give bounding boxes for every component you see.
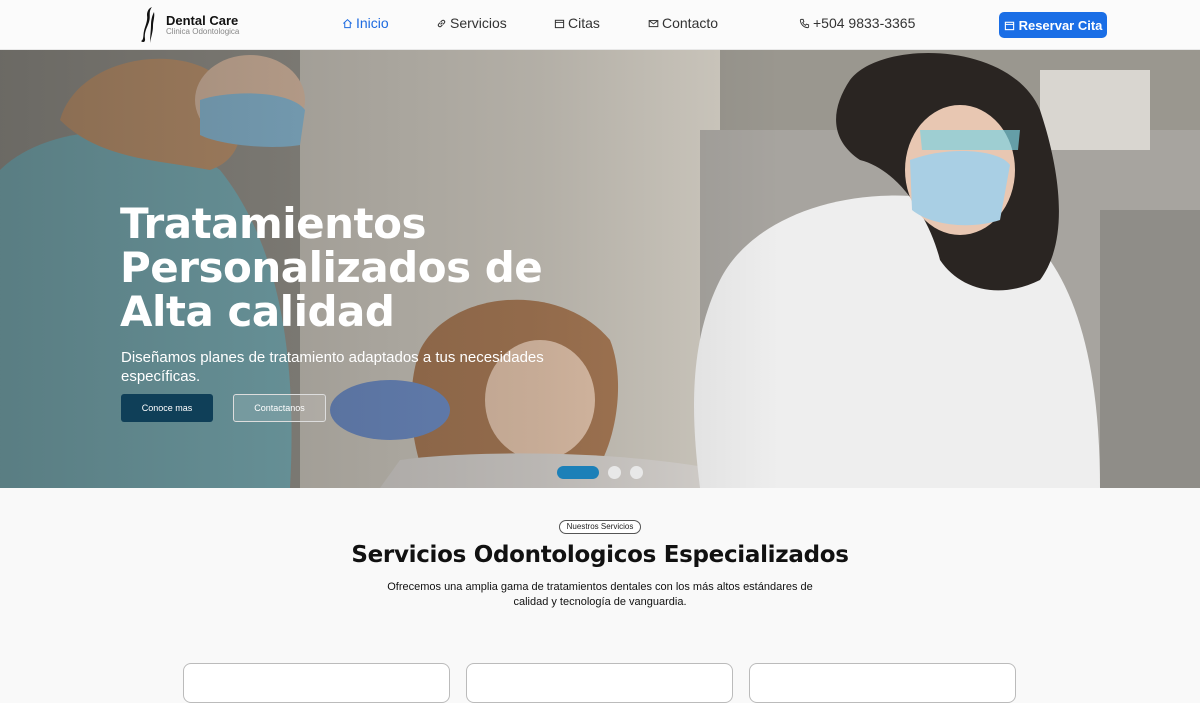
service-card[interactable] xyxy=(466,663,733,703)
section-tag: Nuestros Servicios xyxy=(559,520,641,534)
brand-subtitle: Clinica Odontologica xyxy=(166,27,240,36)
hero-description: Diseñamos planes de tratamiento adaptado… xyxy=(121,349,544,385)
brand[interactable]: Dental Care Clinica Odontologica xyxy=(138,6,239,44)
services-section: Nuestros Servicios Servicios Odontologic… xyxy=(0,488,1200,703)
navbar: Dental Care Clinica Odontologica Inicio … xyxy=(0,0,1200,50)
hero-title: Tratamientos Personalizados de Alta cali… xyxy=(120,199,543,336)
carousel-indicators xyxy=(557,466,643,479)
nav-item-label: Servicios xyxy=(450,15,507,31)
calendar-icon xyxy=(1004,21,1014,30)
conoce-mas-button[interactable]: Conoce mas xyxy=(121,394,213,422)
carousel-dot-1[interactable] xyxy=(557,466,599,479)
carousel-dot-2[interactable] xyxy=(608,466,621,479)
nav-item-contacto[interactable]: Contacto xyxy=(648,14,718,32)
phone-link[interactable]: +504 9833-3365 xyxy=(799,14,915,32)
nav-item-citas[interactable]: Citas xyxy=(554,14,600,32)
services-description: Ofrecemos una amplia gama de tratamiento… xyxy=(387,581,813,608)
reservar-cita-button[interactable]: Reservar Cita xyxy=(999,12,1107,38)
brand-name: Dental Care xyxy=(166,13,239,28)
contactanos-button[interactable]: Contactanos xyxy=(233,394,326,422)
service-card[interactable] xyxy=(183,663,450,703)
nav-item-label: Inicio xyxy=(356,15,389,31)
reservar-cita-label: Reservar Cita xyxy=(1018,17,1103,33)
nav-item-label: Citas xyxy=(568,15,600,31)
nav-item-inicio[interactable]: Inicio xyxy=(338,11,392,33)
nav-item-label: Contacto xyxy=(662,15,719,31)
phone-number: +504 9833-3365 xyxy=(813,15,916,31)
tooth-logo-icon xyxy=(141,7,155,43)
link-icon xyxy=(437,19,446,27)
mail-icon xyxy=(648,19,659,27)
carousel-dot-3[interactable] xyxy=(630,466,643,479)
home-icon xyxy=(343,18,352,28)
phone-icon xyxy=(799,18,810,28)
services-title: Servicios Odontologicos Especializados xyxy=(351,542,849,568)
nav-item-servicios[interactable]: Servicios xyxy=(436,14,507,32)
calendar-icon xyxy=(554,19,565,28)
hero-carousel: Tratamientos Personalizados de Alta cali… xyxy=(0,50,1200,488)
service-card[interactable] xyxy=(749,663,1016,703)
